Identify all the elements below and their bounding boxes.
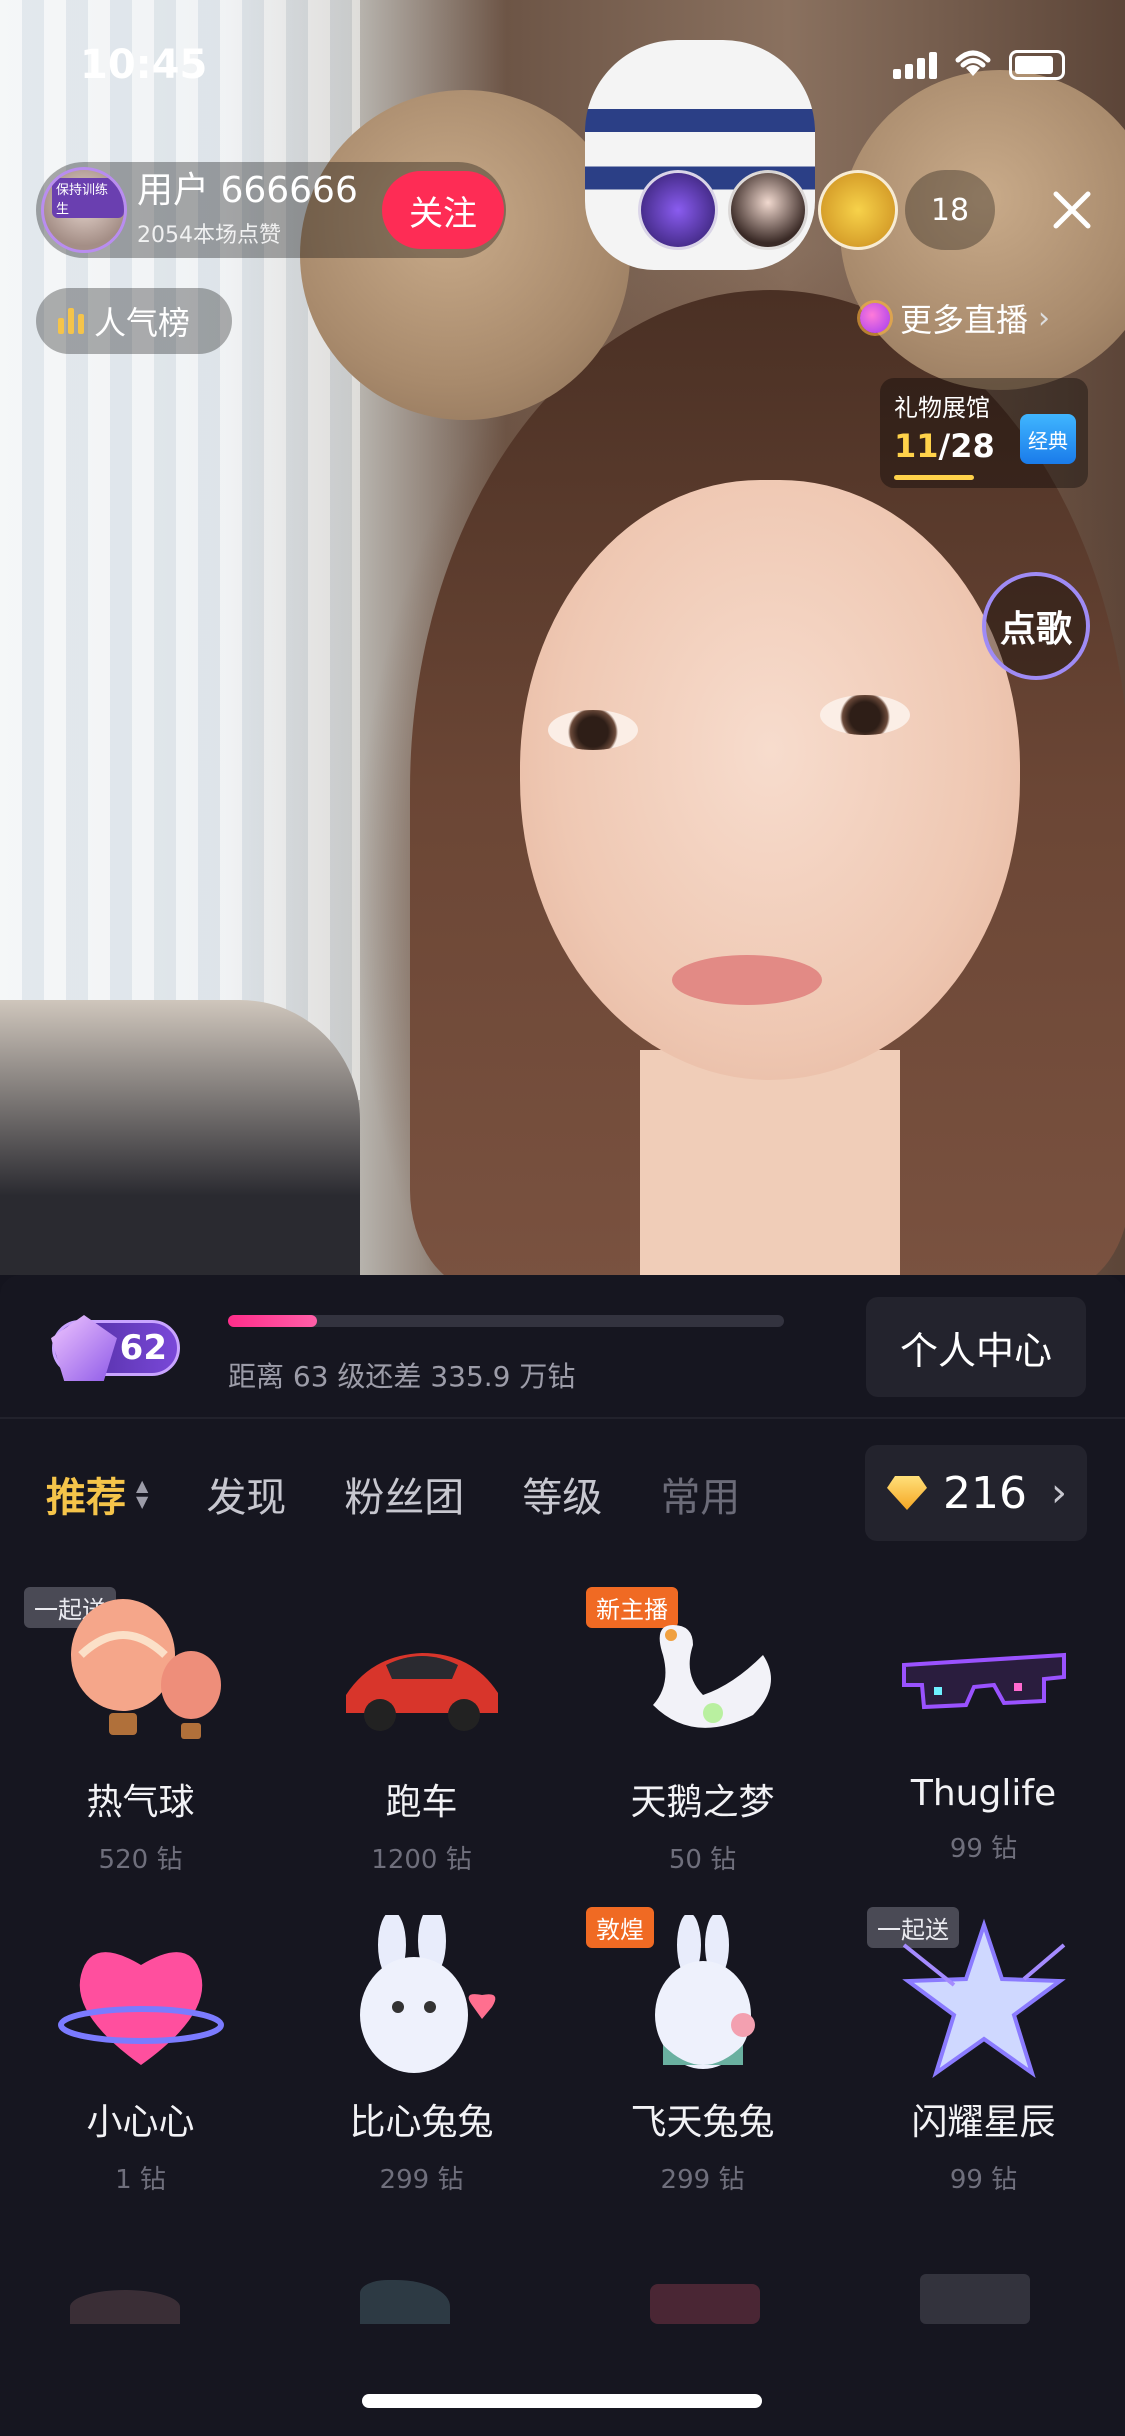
- signal-icon: [893, 51, 937, 79]
- gift-name: 飞天兔兔: [630, 2102, 775, 2143]
- streamer-neck: [640, 1050, 900, 1275]
- heart-bunny-icon: [332, 1907, 512, 2085]
- hot-air-balloon-icon: [51, 1595, 231, 1765]
- gift-category-tabs: 推荐 ▲ ▼ 发现 粉丝团 等级 常用: [46, 1465, 798, 1523]
- more-live-button[interactable]: 更多直播 ›: [860, 295, 1050, 341]
- level-progress-bar: [228, 1315, 784, 1327]
- diamond-balance-button[interactable]: 216 ›: [865, 1445, 1087, 1541]
- popularity-rank-button[interactable]: 人气榜: [36, 288, 232, 354]
- chevron-right-icon: ›: [1038, 300, 1051, 336]
- tab-recommend[interactable]: 推荐 ▲ ▼: [46, 1465, 148, 1523]
- sofa-background: [0, 1000, 360, 1275]
- gift-panel: 62 距离 63 级还差 335.9 万钻 个人中心 推荐 ▲ ▼ 发现 粉丝团 …: [0, 1275, 1125, 2436]
- diamond-icon: [887, 1476, 927, 1510]
- planet-icon: [860, 303, 890, 333]
- gift-name: 比心兔兔: [349, 2102, 494, 2143]
- star-icon: [894, 1915, 1074, 2085]
- wifi-icon: [953, 48, 993, 82]
- gift-price: 520 钻: [98, 1845, 183, 1875]
- tab-fan-club[interactable]: 粉丝团: [344, 1465, 464, 1523]
- gift-name: Thuglife: [910, 1773, 1057, 1814]
- gift-price: 99 钻: [949, 1834, 1018, 1864]
- level-progress-text: 距离 63 级还差 335.9 万钻: [228, 1360, 576, 1393]
- streamer-lips: [672, 955, 822, 1005]
- gem-icon: [51, 1315, 117, 1381]
- divider: [0, 1417, 1125, 1419]
- gift-item[interactable]: 一起送 闪耀星辰 99 钻: [843, 1907, 1124, 2196]
- gift-name: 天鹅之梦: [630, 1782, 775, 1823]
- viewer-avatar[interactable]: [638, 170, 718, 250]
- gift-item[interactable]: 一起送 热气球 520 钻: [0, 1587, 281, 1876]
- tab-frequent[interactable]: 常用: [660, 1465, 740, 1523]
- gift-item[interactable]: 跑车 1200 钻: [281, 1595, 562, 1876]
- gift-row-partial: [0, 2270, 1125, 2350]
- host-likes: 2054本场点赞: [137, 223, 281, 248]
- gift-item[interactable]: 敦煌 飞天兔兔 299 钻: [562, 1907, 843, 2196]
- gift-price: 299 钻: [379, 2165, 464, 2195]
- level-value: 62: [119, 1328, 167, 1368]
- gift-hall-widget[interactable]: 礼物展馆 11/28 经典: [880, 378, 1088, 488]
- flying-bunny-icon: [613, 1913, 793, 2085]
- host-name: 用户 666666: [137, 170, 358, 211]
- level-progress-fill: [228, 1315, 317, 1327]
- gift-name: 跑车: [385, 1782, 458, 1823]
- eye-left: [548, 710, 638, 750]
- personal-center-button[interactable]: 个人中心: [866, 1297, 1086, 1397]
- bar-chart-icon: [58, 308, 84, 334]
- tab-level[interactable]: 等级: [522, 1465, 602, 1523]
- close-button[interactable]: [1040, 170, 1104, 250]
- user-level-badge[interactable]: 62: [51, 1315, 180, 1381]
- more-live-label: 更多直播: [900, 301, 1029, 339]
- status-time: 10:45: [80, 42, 208, 88]
- pixel-sunglasses-icon: [894, 1595, 1074, 1765]
- battery-icon: [1009, 50, 1065, 80]
- sort-arrows-icon: ▲ ▼: [136, 1476, 149, 1511]
- classic-badge: 经典: [1020, 414, 1076, 464]
- gift-item[interactable]: 新主播 天鹅之梦 50 钻: [562, 1587, 843, 1876]
- gift-item[interactable]: 小心心 1 钻: [0, 1915, 281, 2196]
- close-icon: [1053, 191, 1091, 229]
- gift-name: 热气球: [86, 1782, 195, 1823]
- viewer-count[interactable]: 18: [905, 170, 995, 250]
- follow-button[interactable]: 关注: [382, 171, 504, 249]
- viewer-avatar[interactable]: [818, 170, 898, 250]
- home-indicator[interactable]: [362, 2394, 762, 2408]
- tab-discover[interactable]: 发现: [206, 1465, 286, 1523]
- chevron-right-icon: ›: [1050, 1470, 1067, 1516]
- gift-name: 闪耀星辰: [911, 2102, 1056, 2143]
- gift-price: 50 钻: [668, 1845, 737, 1875]
- swan-icon: [613, 1595, 793, 1765]
- gift-name: 小心心: [86, 2102, 195, 2143]
- avatar-tag: 保持训练生: [52, 178, 124, 218]
- diamond-balance: 216: [943, 1467, 1027, 1519]
- gift-price: 1200 钻: [371, 1845, 472, 1875]
- rank-label: 人气榜: [94, 304, 191, 342]
- status-icons: [893, 48, 1065, 82]
- heart-icon: [51, 1915, 231, 2085]
- gift-price: 299 钻: [660, 2165, 745, 2195]
- viewer-avatar[interactable]: [728, 170, 808, 250]
- eye-right: [820, 695, 910, 735]
- gift-item[interactable]: Thuglife 99 钻: [843, 1595, 1124, 1865]
- song-request-button[interactable]: 点歌: [982, 572, 1090, 680]
- host-avatar[interactable]: 保持训练生: [41, 167, 127, 253]
- gift-hall-progress-bar: [894, 475, 974, 480]
- sports-car-icon: [332, 1595, 512, 1765]
- gift-item[interactable]: 比心兔兔 299 钻: [281, 1907, 562, 2196]
- gift-price: 1 钻: [115, 2165, 166, 2195]
- gift-price: 99 钻: [949, 2165, 1018, 2195]
